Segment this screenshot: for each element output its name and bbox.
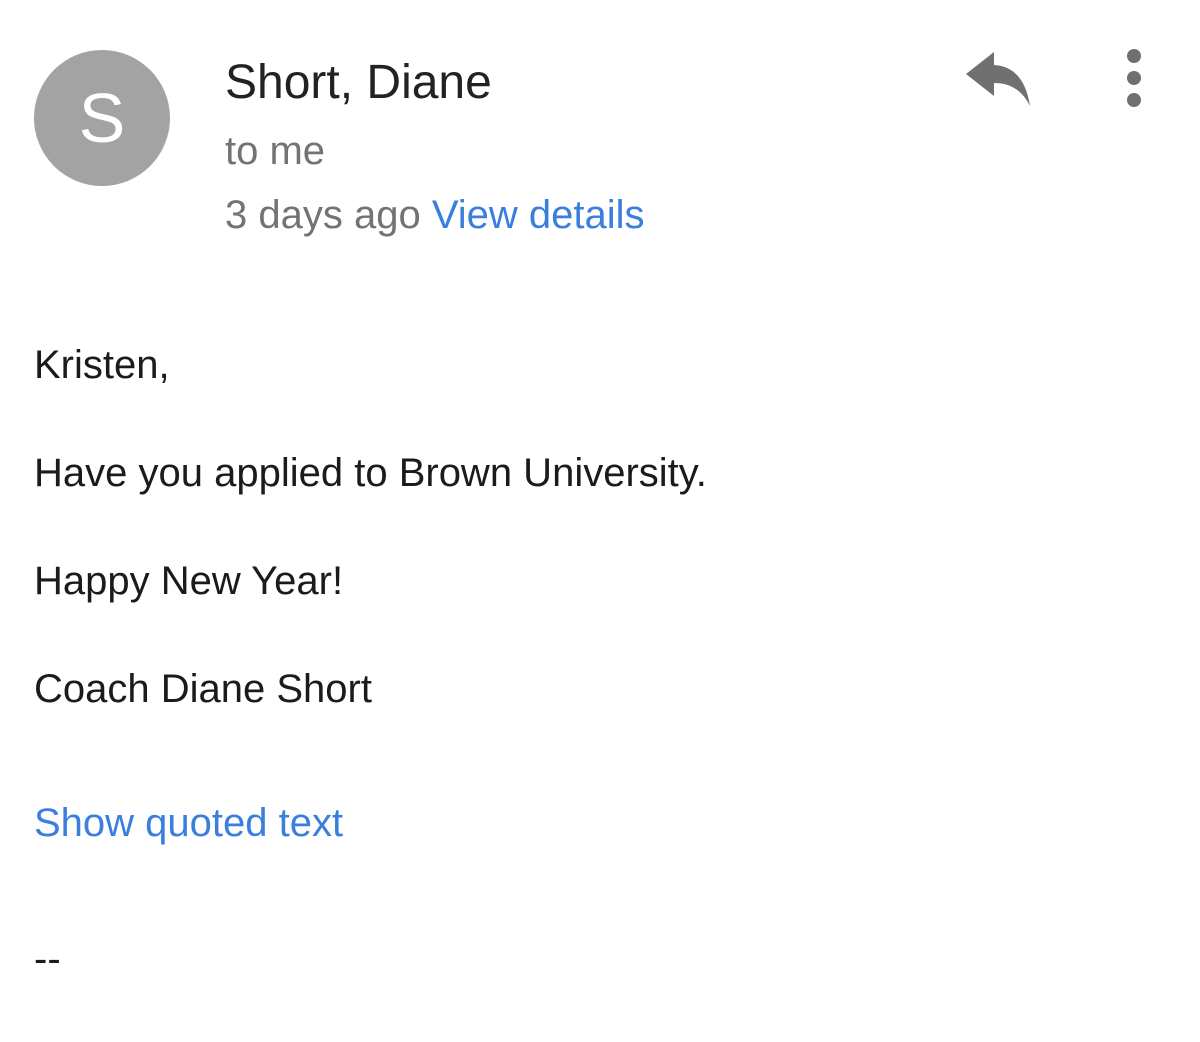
reply-icon: [966, 52, 1030, 106]
timestamp: 3 days ago: [225, 193, 421, 237]
body-line-1: Have you applied to Brown University.: [34, 451, 707, 495]
greeting-text: Kristen,: [34, 343, 170, 387]
avatar[interactable]: S: [34, 50, 170, 186]
body-line-2: Happy New Year!: [34, 559, 344, 603]
more-vert-icon: [1127, 49, 1141, 107]
recipient-label: to me: [225, 129, 326, 173]
signature-separator: --: [34, 937, 61, 981]
meta-row: 3 days ago View details: [225, 190, 645, 240]
body-line-3: Coach Diane Short: [34, 667, 372, 711]
more-options-button[interactable]: [1110, 44, 1158, 114]
show-quoted-text-link[interactable]: Show quoted text: [34, 798, 343, 848]
view-details-link[interactable]: View details: [432, 193, 645, 237]
reply-button[interactable]: [960, 50, 1036, 110]
sender-name: Short, Diane: [225, 56, 492, 109]
